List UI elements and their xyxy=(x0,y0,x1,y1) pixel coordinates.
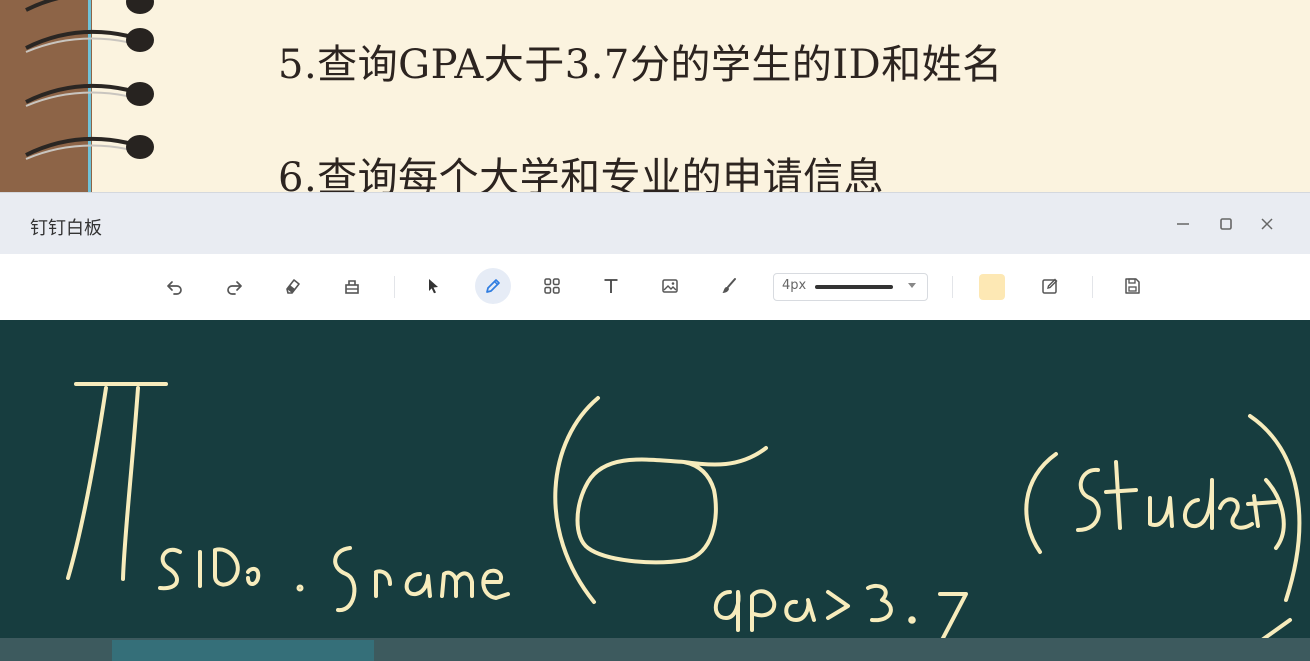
select-tool-button[interactable] xyxy=(415,268,451,304)
stroke-width-preview xyxy=(815,285,893,289)
pen-tool-button[interactable] xyxy=(475,268,511,304)
minimize-icon xyxy=(1177,223,1189,225)
pen-icon xyxy=(486,279,500,293)
clear-icon xyxy=(345,280,359,294)
close-button[interactable] xyxy=(1250,207,1284,241)
minimize-button[interactable] xyxy=(1166,207,1200,241)
stroke-width-select[interactable]: 4px xyxy=(773,273,928,301)
chevron-down-icon xyxy=(908,283,916,288)
edit-icon xyxy=(1042,278,1058,294)
handwriting-ink xyxy=(66,382,1302,642)
brush-tool-button[interactable] xyxy=(711,268,747,304)
window-title: 钉钉白板 xyxy=(30,218,102,239)
pen-color-swatch[interactable] xyxy=(979,274,1005,300)
background-slide: 5.查询GPA大于3.7分的学生的ID和姓名 6.查询每个大学和专业的申请信息 xyxy=(0,0,1310,200)
close-icon xyxy=(1261,218,1273,230)
title-bar: 钉钉白板 xyxy=(0,192,1310,255)
slide-text-line-5: 5.查询GPA大于3.7分的学生的ID和姓名 xyxy=(278,42,1003,88)
toolbar-separator xyxy=(1092,276,1093,298)
binder-ring xyxy=(25,135,154,160)
brush-icon xyxy=(722,278,736,293)
toolbar-separator xyxy=(952,276,953,298)
redo-icon xyxy=(227,281,242,295)
clear-board-button[interactable] xyxy=(334,268,370,304)
shapes-icon xyxy=(544,278,560,294)
whiteboard-window: 钉钉白板 4px xyxy=(0,192,1310,661)
stroke-width-value: 4px xyxy=(782,278,807,293)
binder-ring xyxy=(25,0,154,14)
maximize-button[interactable] xyxy=(1209,207,1243,241)
binder-ring xyxy=(25,82,154,107)
text-icon xyxy=(604,279,618,293)
save-button[interactable] xyxy=(1114,268,1150,304)
redo-button[interactable] xyxy=(216,268,252,304)
image-tool-button[interactable] xyxy=(652,268,688,304)
save-icon xyxy=(1125,278,1140,294)
taskbar-highlight xyxy=(112,640,374,661)
toolbar-separator xyxy=(394,276,395,298)
edit-button[interactable] xyxy=(1032,268,1068,304)
shapes-tool-button[interactable] xyxy=(534,268,570,304)
drawing-canvas[interactable] xyxy=(0,320,1310,661)
undo-button[interactable] xyxy=(157,268,193,304)
text-tool-button[interactable] xyxy=(593,268,629,304)
maximize-icon xyxy=(1220,218,1232,230)
eraser-button[interactable] xyxy=(275,268,311,304)
whiteboard-toolbar: 4px xyxy=(0,254,1310,321)
select-icon xyxy=(429,279,438,294)
eraser-icon xyxy=(286,279,300,294)
image-icon xyxy=(662,279,678,293)
undo-icon xyxy=(167,281,182,295)
binder-ring xyxy=(25,28,154,53)
